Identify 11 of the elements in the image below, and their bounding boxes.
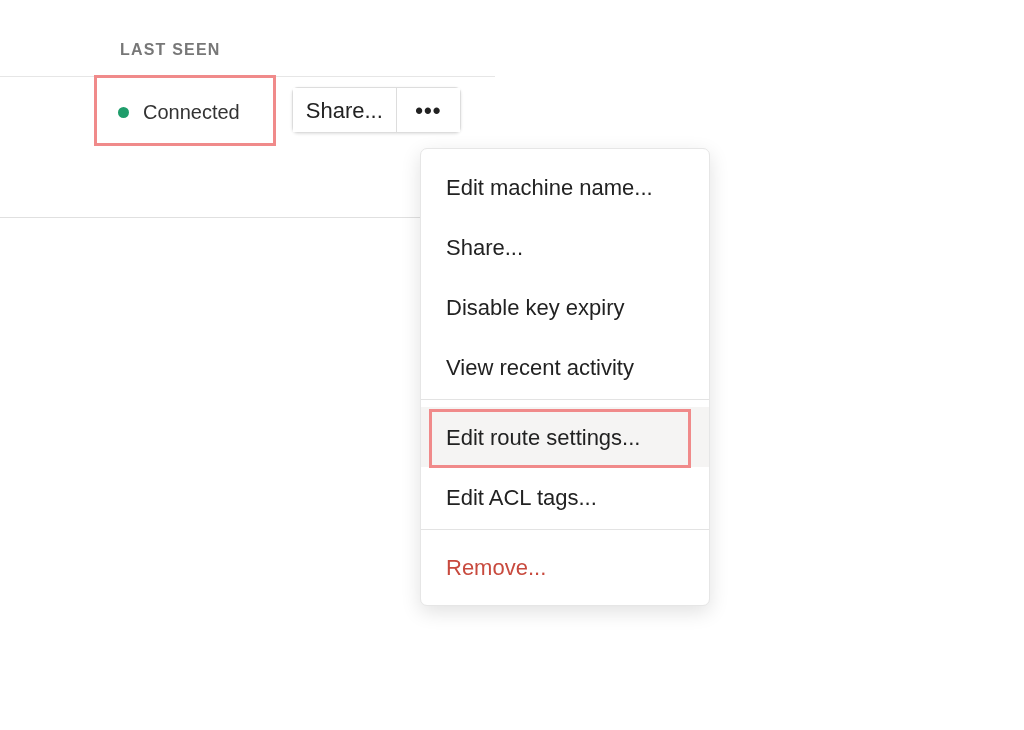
more-button[interactable]: ••• [395, 88, 460, 132]
menu-item[interactable]: Disable key expiry [421, 277, 709, 337]
share-button[interactable]: Share... [292, 88, 396, 132]
menu-item[interactable]: Edit route settings... [421, 407, 709, 467]
menu-item[interactable]: Edit machine name... [421, 157, 709, 217]
menu-item[interactable]: Share... [421, 217, 709, 277]
menu-item[interactable]: View recent activity [421, 337, 709, 397]
status-text: Connected [143, 100, 240, 125]
menu-item[interactable]: Edit ACL tags... [421, 467, 709, 527]
menu-item[interactable]: Remove... [421, 537, 709, 597]
column-header: LAST SEEN [120, 41, 221, 58]
